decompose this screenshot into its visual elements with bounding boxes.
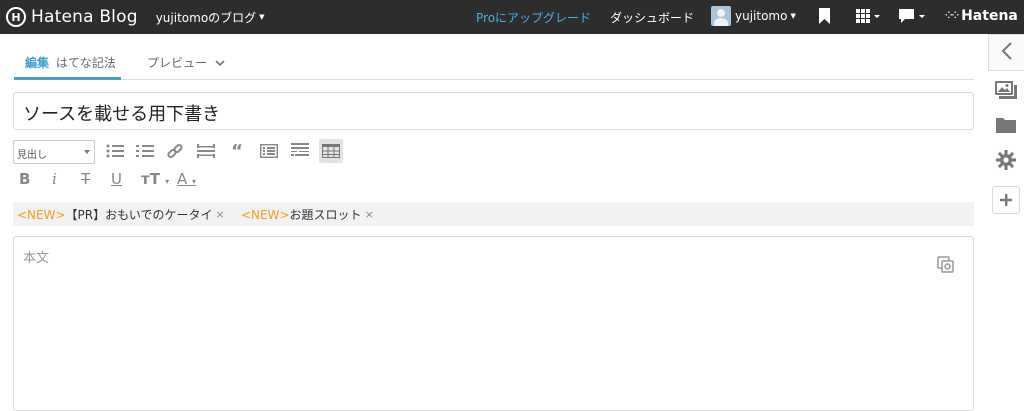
- brand-name: Hatena Blog: [31, 7, 138, 27]
- strikethrough-button[interactable]: T: [81, 170, 90, 188]
- caret-down-icon: ▾: [192, 177, 197, 186]
- bold-button[interactable]: B: [19, 170, 30, 188]
- new-tag: <NEW>: [17, 207, 66, 222]
- notice-bar: <NEW> 【PR】おもいでのケータイ × <NEW> お題スロット ×: [13, 202, 974, 226]
- caret-down-icon: ▼: [259, 13, 265, 21]
- blog-menu[interactable]: yujitomoのブログ ▼: [156, 9, 265, 26]
- table-icon[interactable]: [319, 139, 343, 163]
- close-icon[interactable]: ×: [216, 208, 225, 221]
- select-arrow-icon: [84, 150, 90, 154]
- font-size-button[interactable]: тT ▾: [141, 170, 169, 188]
- underline-button[interactable]: U: [111, 170, 122, 188]
- image-icon[interactable]: [988, 72, 1024, 108]
- notice-item[interactable]: <NEW> お題スロット ×: [241, 206, 374, 223]
- pro-upgrade-link[interactable]: Proにアップグレード: [476, 9, 591, 26]
- add-button[interactable]: [992, 186, 1020, 214]
- italic-button[interactable]: i: [52, 170, 57, 188]
- hatena-label: Hatena: [961, 8, 1018, 24]
- editor-toolbar-row1: 見出し “: [13, 139, 353, 165]
- editor-tabs: 編集 はてな記法 プレビュー: [14, 46, 974, 80]
- horizontal-rule-icon[interactable]: [194, 139, 218, 163]
- link-icon[interactable]: [163, 139, 187, 163]
- caret-down-icon: ▼: [790, 12, 796, 20]
- numbered-list-icon[interactable]: [133, 139, 157, 163]
- right-sidebar: [988, 34, 1024, 405]
- edit-mode-label: はてな記法: [55, 56, 116, 70]
- new-tag: <NEW>: [241, 207, 290, 222]
- folder-icon[interactable]: [988, 107, 1024, 143]
- hatena-dots-icon: ⁘⁘: [945, 11, 959, 21]
- chevron-down-icon: [215, 56, 225, 70]
- tab-edit[interactable]: 編集 はてな記法: [14, 46, 121, 80]
- gear-icon[interactable]: [988, 142, 1024, 178]
- copy-icon[interactable]: [937, 256, 955, 274]
- editor-toolbar-row2: B i T U тT ▾ A ▾: [13, 168, 313, 194]
- tab-preview[interactable]: プレビュー: [147, 54, 225, 71]
- heading-select[interactable]: 見出し: [13, 140, 95, 164]
- user-menu[interactable]: yujitomo ▼: [711, 6, 796, 26]
- more-break-icon[interactable]: [288, 139, 312, 163]
- tab-preview-label: プレビュー: [147, 56, 208, 70]
- font-size-label: тT: [141, 170, 160, 188]
- font-color-label: A: [177, 170, 188, 188]
- dashboard-link[interactable]: ダッシュボード: [610, 9, 694, 26]
- hatena-link[interactable]: ⁘⁘ Hatena: [945, 8, 1018, 24]
- bullet-list-icon[interactable]: [103, 139, 127, 163]
- font-color-button[interactable]: A ▾: [177, 170, 196, 188]
- plus-icon: [1000, 191, 1012, 210]
- chevron-left-icon: [1001, 41, 1013, 64]
- hatena-blog-logo[interactable]: H Hatena Blog: [6, 7, 138, 27]
- caret-down-icon: ▾: [165, 177, 170, 186]
- hatena-logo-icon: H: [6, 7, 26, 27]
- username: yujitomo: [735, 9, 788, 23]
- tab-edit-label: 編集: [25, 56, 50, 70]
- body-textarea[interactable]: 本文: [13, 236, 974, 411]
- title-input[interactable]: ソースを載せる用下書き: [13, 92, 974, 130]
- table-list-icon[interactable]: [257, 139, 281, 163]
- notification-icon[interactable]: [899, 8, 925, 24]
- apps-grid-icon[interactable]: [856, 8, 880, 24]
- body-placeholder: 本文: [23, 251, 50, 266]
- close-icon[interactable]: ×: [365, 208, 374, 221]
- bookmark-icon[interactable]: [819, 8, 830, 24]
- avatar: [711, 6, 731, 26]
- quote-icon[interactable]: “: [225, 139, 249, 163]
- heading-select-value: 見出し: [17, 150, 47, 161]
- blog-menu-label: yujitomoのブログ: [155, 10, 257, 25]
- collapse-sidebar-button[interactable]: [988, 34, 1024, 71]
- notice-item[interactable]: <NEW> 【PR】おもいでのケータイ ×: [17, 206, 225, 223]
- notice-text: お題スロット: [289, 208, 362, 222]
- notice-text: 【PR】おもいでのケータイ: [65, 208, 213, 222]
